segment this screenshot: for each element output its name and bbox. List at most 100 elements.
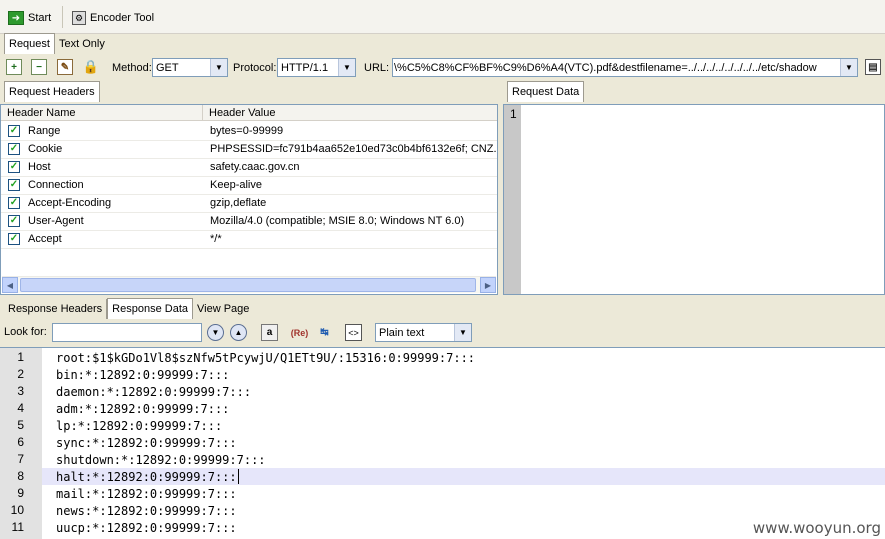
edit-header-icon[interactable]: ✎ xyxy=(57,59,73,75)
header-value: Mozilla/4.0 (compatible; MSIE 8.0; Windo… xyxy=(210,215,465,227)
search-mode-select[interactable]: Plain text ▼ xyxy=(375,323,472,342)
header-value: PHPSESSID=fc791b4aa652e10ed73c0b4bf6132e… xyxy=(210,143,496,155)
headers-tabs: Request Headers xyxy=(4,81,100,102)
text-caret xyxy=(238,469,239,484)
table-view-icon[interactable]: ▤ xyxy=(865,59,881,75)
checkbox[interactable]: ✓ xyxy=(8,233,20,245)
toolbar-separator xyxy=(62,6,63,28)
start-button[interactable]: ➜ Start xyxy=(8,8,51,28)
request-headers-table: Header Name Header Value ✓ Range bytes=0-9… xyxy=(0,104,498,295)
chevron-down-icon: ▼ xyxy=(840,59,857,76)
look-for-input[interactable] xyxy=(52,323,202,342)
checkbox[interactable]: ✓ xyxy=(8,179,20,191)
response-editor[interactable]: 1 2 3 4 5 6 7 8 9 10 11 root:$1$kGDo1Vl8$szNfw5tPc… xyxy=(0,347,885,539)
horizontal-scrollbar[interactable]: ◀ ▶ xyxy=(2,276,496,293)
header-value: bytes=0-99999 xyxy=(210,125,284,137)
table-row[interactable]: ✓ Cookie PHPSESSID=fc791b4aa652e10ed73c0b4… xyxy=(1,140,497,159)
response-line: lp:*:12892:0:99999:7::: xyxy=(56,419,223,433)
look-for-label: Look for: xyxy=(4,326,47,338)
encoder-icon: ⚙ xyxy=(72,11,86,25)
add-header-icon[interactable]: + xyxy=(6,59,22,75)
chevron-down-icon: ▼ xyxy=(454,324,471,341)
url-label: URL: xyxy=(364,62,390,74)
find-previous-icon[interactable]: ▲ xyxy=(230,324,247,341)
find-next-icon[interactable]: ▼ xyxy=(207,324,224,341)
line-number: 1 xyxy=(17,350,24,364)
response-line: daemon:*:12892:0:99999:7::: xyxy=(56,385,252,399)
header-name: User-Agent xyxy=(28,215,84,227)
start-icon: ➜ xyxy=(8,11,24,25)
checkbox[interactable]: ✓ xyxy=(8,125,20,137)
line-number: 10 xyxy=(10,503,24,517)
checkbox[interactable]: ✓ xyxy=(8,197,20,209)
request-data-editor[interactable]: 1 xyxy=(503,104,885,295)
chevron-down-icon: ▼ xyxy=(338,59,355,76)
line-number: 7 xyxy=(17,452,24,466)
search-bar: Look for: ▼ ▲ a (Re) ↹ <> Plain text ▼ xyxy=(0,320,885,346)
header-name: Range xyxy=(28,125,61,137)
wrap-icon[interactable]: <> xyxy=(345,324,362,341)
response-line: halt:*:12892:0:99999:7::: xyxy=(56,470,237,484)
line-number: 1 xyxy=(510,107,517,121)
response-line: bin:*:12892:0:99999:7::: xyxy=(56,368,230,382)
table-row[interactable]: ✓ User-Agent Mozilla/4.0 (compatible; MSIE… xyxy=(1,212,497,231)
regex-icon[interactable]: (Re) xyxy=(291,324,309,341)
method-label: Method: xyxy=(112,62,152,74)
main-toolbar: ➜ Start ⚙ Encoder Tool xyxy=(0,0,885,34)
line-number: 8 xyxy=(17,469,24,483)
response-line: adm:*:12892:0:99999:7::: xyxy=(56,402,230,416)
line-number: 3 xyxy=(17,384,24,398)
checkbox[interactable]: ✓ xyxy=(8,143,20,155)
header-name-column[interactable]: Header Name xyxy=(1,105,203,121)
line-number: 4 xyxy=(17,401,24,415)
url-input[interactable]: \%C5%C8%CF%BF%C9%D6%A4(VTC).pdf&destfile… xyxy=(392,58,858,77)
tab-text-only[interactable]: Text Only xyxy=(55,34,109,54)
header-name: Cookie xyxy=(28,143,63,155)
line-number: 5 xyxy=(17,418,24,432)
response-line: root:$1$kGDo1Vl8$szNfw5tPcywjU/Q1ETt9U/:… xyxy=(56,351,476,365)
header-value: gzip,deflate xyxy=(210,197,267,209)
table-row[interactable]: ✓ Accept */* xyxy=(1,230,497,249)
tab-response-data[interactable]: Response Data xyxy=(107,298,193,319)
response-line: sync:*:12892:0:99999:7::: xyxy=(56,436,237,450)
replace-icon[interactable]: ↹ xyxy=(316,324,333,341)
line-gutter: 1 xyxy=(504,105,521,294)
header-value-column[interactable]: Header Value xyxy=(203,105,497,121)
method-select[interactable]: GET ▼ xyxy=(152,58,228,77)
tab-view-page[interactable]: View Page xyxy=(193,299,253,319)
table-row[interactable]: ✓ Connection Keep-alive xyxy=(1,176,497,195)
response-line: uucp:*:12892:0:99999:7::: xyxy=(56,521,237,535)
request-tabs: Request Text Only xyxy=(4,33,109,54)
scroll-left-icon[interactable]: ◀ xyxy=(2,277,18,293)
header-value: Keep-alive xyxy=(210,179,262,191)
protocol-label: Protocol: xyxy=(233,62,277,74)
table-row[interactable]: ✓ Accept-Encoding gzip,deflate xyxy=(1,194,497,213)
response-line: shutdown:*:12892:0:99999:7::: xyxy=(56,453,266,467)
header-name: Host xyxy=(28,161,51,173)
response-line: news:*:12892:0:99999:7::: xyxy=(56,504,237,518)
tab-request-headers[interactable]: Request Headers xyxy=(4,81,100,102)
table-row[interactable]: ✓ Host safety.caac.gov.cn xyxy=(1,158,497,177)
scroll-thumb[interactable] xyxy=(20,278,476,292)
checkbox[interactable]: ✓ xyxy=(8,161,20,173)
header-value: */* xyxy=(210,233,222,245)
response-line: mail:*:12892:0:99999:7::: xyxy=(56,487,237,501)
watermark: www.wooyun.org xyxy=(750,519,883,537)
table-row[interactable]: ✓ Range bytes=0-99999 xyxy=(1,122,497,141)
checkbox[interactable]: ✓ xyxy=(8,215,20,227)
tab-response-headers[interactable]: Response Headers xyxy=(4,299,108,319)
line-number: 2 xyxy=(17,367,24,381)
lock-icon[interactable]: 🔒 xyxy=(83,59,99,75)
tab-request[interactable]: Request xyxy=(4,33,55,54)
match-case-icon[interactable]: a xyxy=(261,324,278,341)
tab-request-data[interactable]: Request Data xyxy=(507,81,585,102)
line-gutter: 1 2 3 4 5 6 7 8 9 10 11 xyxy=(0,348,42,539)
scroll-right-icon[interactable]: ▶ xyxy=(480,277,496,293)
remove-header-icon[interactable]: − xyxy=(31,59,47,75)
header-value: safety.caac.gov.cn xyxy=(210,161,300,173)
line-number: 6 xyxy=(17,435,24,449)
line-number: 9 xyxy=(17,486,24,500)
header-name: Accept xyxy=(28,233,62,245)
protocol-select[interactable]: HTTP/1.1 ▼ xyxy=(277,58,356,77)
encoder-tool-button[interactable]: ⚙ Encoder Tool xyxy=(72,8,154,28)
